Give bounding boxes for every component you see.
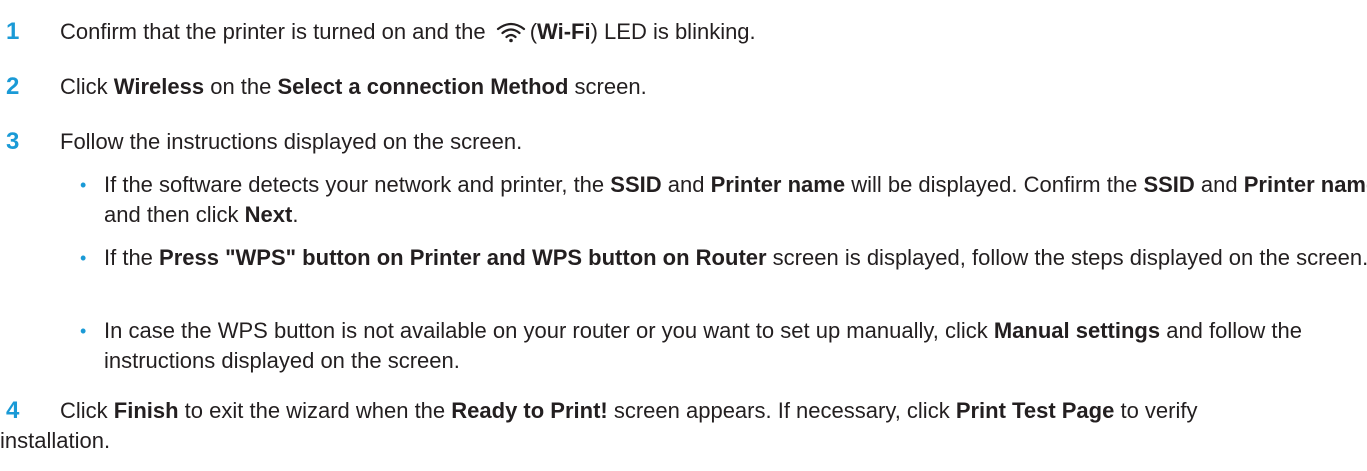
- bullet-icon: •: [80, 248, 87, 268]
- step-number: 1: [6, 18, 20, 45]
- bullet-icon: •: [80, 321, 87, 341]
- bullet-icon: •: [80, 175, 87, 195]
- list-item: • If the Press "WPS" button on Printer a…: [80, 243, 1367, 273]
- wifi-icon: [496, 21, 526, 51]
- list-item: • In case the WPS button is not availabl…: [80, 316, 1360, 376]
- step-number: 3: [6, 128, 20, 155]
- step-number: 2: [6, 73, 20, 100]
- step-text: Confirm that the printer is turned on an…: [60, 17, 756, 51]
- step-text: Click Finish to exit the wizard when the…: [0, 398, 1198, 453]
- step-text: Follow the instructions displayed on the…: [60, 129, 523, 154]
- bullet-text: If the software detects your network and…: [104, 172, 1367, 227]
- bullet-text: If the Press "WPS" button on Printer and…: [104, 245, 1367, 270]
- step-text: Click Wireless on the Select a connectio…: [60, 74, 647, 99]
- bullet-text: In case the WPS button is not available …: [104, 318, 1302, 373]
- list-item: • If the software detects your network a…: [80, 170, 1367, 230]
